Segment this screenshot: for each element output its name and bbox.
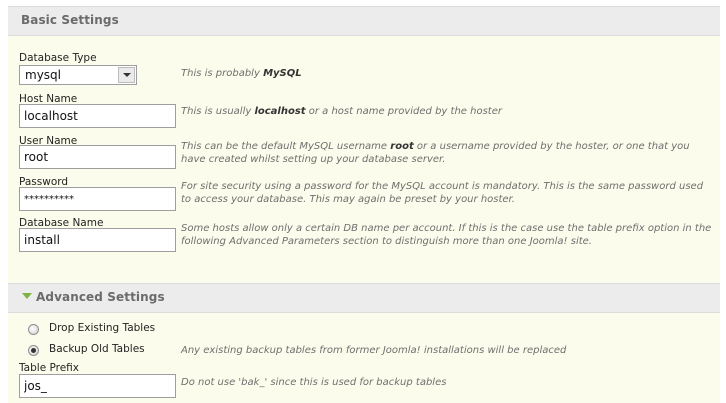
dropdown-button[interactable] [118, 67, 135, 83]
basic-settings-title: Basic Settings [21, 13, 119, 27]
advanced-settings-header[interactable]: Advanced Settings [8, 283, 720, 313]
database-type-value: mysql [25, 68, 61, 82]
basic-settings-header: Basic Settings [8, 6, 720, 36]
backup-old-tables-radio[interactable] [28, 345, 39, 356]
backup-old-tables-label[interactable]: Backup Old Tables [49, 343, 145, 355]
chevron-down-icon [123, 73, 131, 77]
advanced-settings-title: Advanced Settings [36, 290, 165, 304]
password-help: For site security using a password for t… [181, 181, 704, 205]
user-name-help: This can be the default MySQL username r… [181, 141, 690, 165]
database-type-select[interactable]: mysql [19, 65, 137, 85]
user-name-input[interactable] [19, 145, 176, 169]
drop-existing-tables-radio[interactable] [28, 324, 39, 335]
chevron-down-icon[interactable] [22, 293, 32, 299]
host-name-input[interactable] [19, 104, 176, 128]
database-type-help: This is probably MySQL [181, 68, 302, 79]
table-prefix-input[interactable] [19, 374, 176, 398]
table-prefix-label: Table Prefix [19, 362, 80, 374]
database-name-input[interactable] [19, 228, 176, 252]
table-prefix-help: Do not use 'bak_' since this is used for… [181, 377, 447, 388]
database-name-help: Some hosts allow only a certain DB name … [181, 223, 712, 247]
password-input[interactable] [19, 187, 176, 211]
host-name-help: This is usually localhost or a host name… [181, 106, 502, 117]
backup-old-tables-help: Any existing backup tables from former J… [181, 345, 567, 356]
drop-existing-tables-label[interactable]: Drop Existing Tables [49, 322, 155, 334]
database-type-label: Database Type [19, 52, 97, 64]
